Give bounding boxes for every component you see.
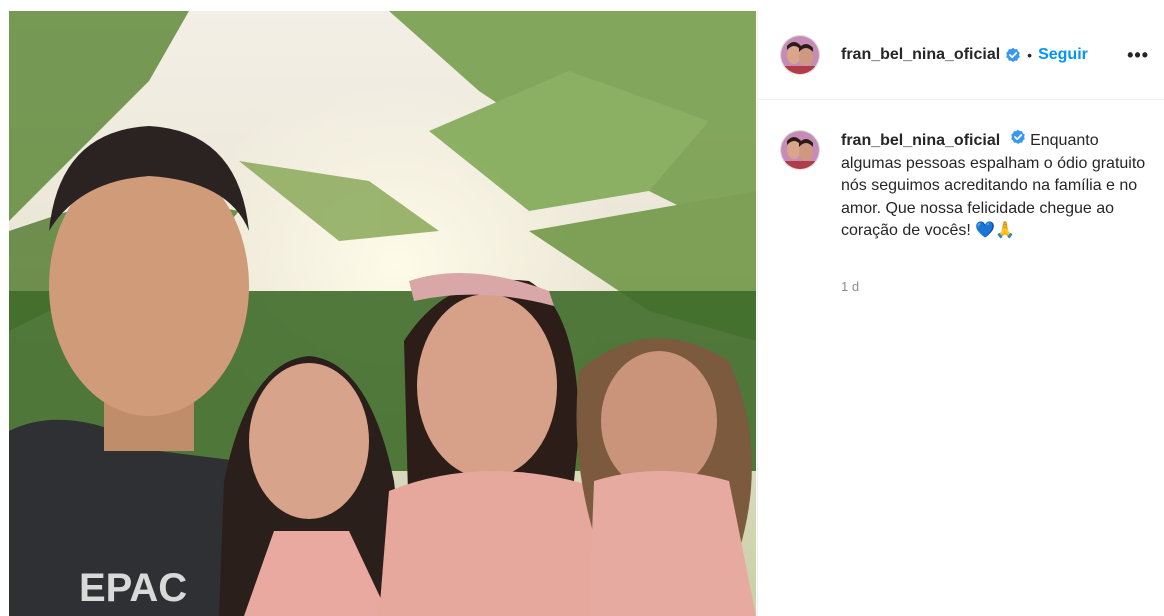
caption-verified-badge-icon: [1010, 129, 1026, 145]
page-gutter: [0, 0, 9, 616]
post-details-panel: fran_bel_nina_oficial • Seguir ••• fran_…: [757, 11, 1164, 616]
separator-dot: •: [1027, 47, 1033, 63]
post-photo[interactable]: EPAC: [9, 11, 756, 616]
post-timestamp[interactable]: 1 d: [841, 279, 859, 294]
more-options-icon[interactable]: •••: [1127, 45, 1149, 66]
verified-badge-icon: [1005, 47, 1021, 63]
praying-hands-emoji-icon: 🙏: [995, 222, 1016, 239]
username-link[interactable]: fran_bel_nina_oficial: [841, 46, 1000, 64]
caption-text-block: fran_bel_nina_oficial Enquanto algumas p…: [841, 129, 1150, 243]
svg-text:EPAC: EPAC: [79, 566, 187, 610]
caption-avatar-image: [781, 131, 819, 169]
avatar-image: [781, 36, 819, 74]
caption-comment: fran_bel_nina_oficial Enquanto algumas p…: [780, 129, 1150, 243]
caption-username-link[interactable]: fran_bel_nina_oficial: [841, 132, 1000, 149]
follow-button[interactable]: Seguir: [1038, 46, 1088, 64]
blue-heart-emoji-icon: 💙: [975, 222, 996, 239]
post-photo-illustration: EPAC: [9, 11, 756, 616]
person-girl-right: [576, 338, 756, 616]
avatar[interactable]: [780, 35, 820, 75]
post-header: fran_bel_nina_oficial • Seguir •••: [758, 11, 1164, 100]
caption-avatar[interactable]: [780, 130, 820, 170]
